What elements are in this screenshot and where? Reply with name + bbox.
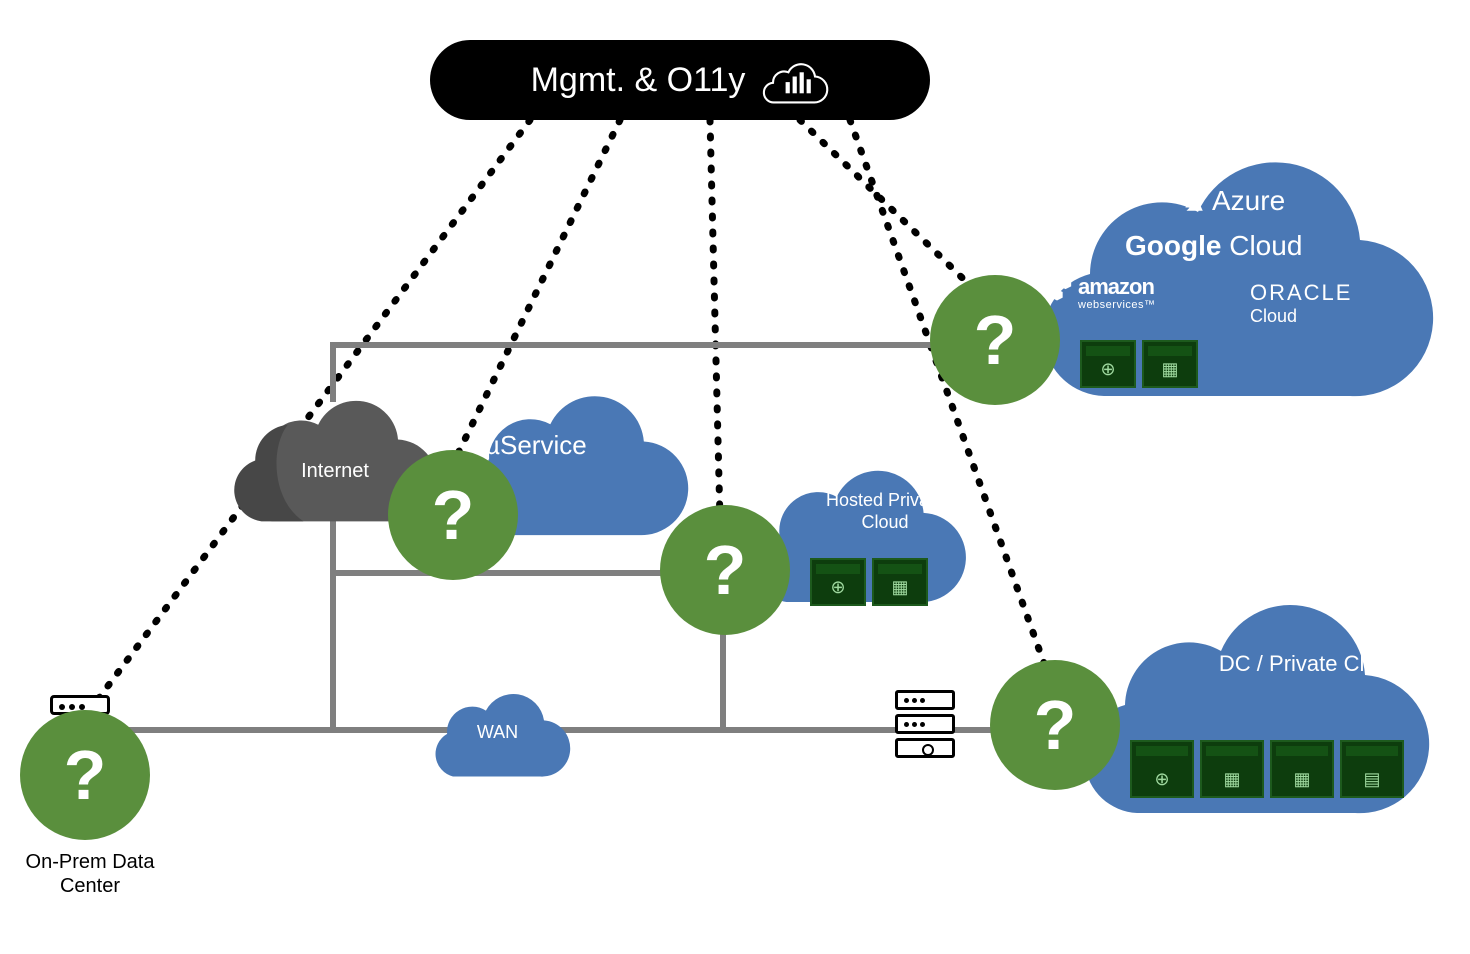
unknown-node-onprem: ?: [20, 710, 150, 840]
mgmt-label: Mgmt. & O11y: [531, 61, 746, 100]
server-rack-icon: ▦: [1142, 340, 1198, 388]
microservice-label: µService: [485, 430, 587, 461]
wan-cloud: WAN: [420, 680, 575, 780]
unknown-node-public: ?: [930, 275, 1060, 405]
server-rack-icon: ▦: [1270, 740, 1334, 798]
wan-label: WAN: [420, 722, 575, 743]
link-internet-hosted: [330, 570, 710, 576]
analytics-cloud-icon: [759, 55, 829, 105]
server-rack-icon: ▦: [872, 558, 928, 606]
google-light: Cloud: [1221, 230, 1302, 261]
oracle-line2: Cloud: [1250, 306, 1352, 328]
aws-line2: webservices™: [1078, 299, 1156, 311]
server-rack-icon: ▤: [1340, 740, 1404, 798]
oracle-line1: ORACLE: [1250, 280, 1352, 306]
hosted-label: Hosted Private Cloud: [820, 490, 950, 533]
unknown-node-dc: ?: [990, 660, 1120, 790]
aws-line1: amazon: [1078, 275, 1156, 299]
azure-label: Azure: [1212, 185, 1285, 217]
server-rack-icon: ⊕: [1080, 340, 1136, 388]
server-rack-icon: ▦: [1200, 740, 1264, 798]
server-rack-icon: ⊕: [810, 558, 866, 606]
unknown-node-microservice: ?: [388, 450, 518, 580]
mgmt-pill: Mgmt. & O11y: [430, 40, 930, 120]
dc-label: DC / Private Cloud: [1210, 650, 1410, 678]
google-bold: Google: [1125, 230, 1221, 261]
link-internet-down: [330, 505, 336, 730]
provider-oracle: ORACLE Cloud: [1250, 280, 1352, 328]
provider-azure: Azure: [1180, 185, 1285, 217]
provider-google: Google Cloud: [1125, 230, 1302, 262]
switch-stack-icon: [895, 690, 955, 762]
azure-icon: [1180, 188, 1206, 214]
server-rack-icon: ⊕: [1130, 740, 1194, 798]
provider-aws: amazon webservices™: [1040, 275, 1156, 311]
link-internet-public: [330, 342, 990, 348]
unknown-node-hosted: ?: [660, 505, 790, 635]
onprem-label: On-Prem Data Center: [20, 850, 160, 898]
